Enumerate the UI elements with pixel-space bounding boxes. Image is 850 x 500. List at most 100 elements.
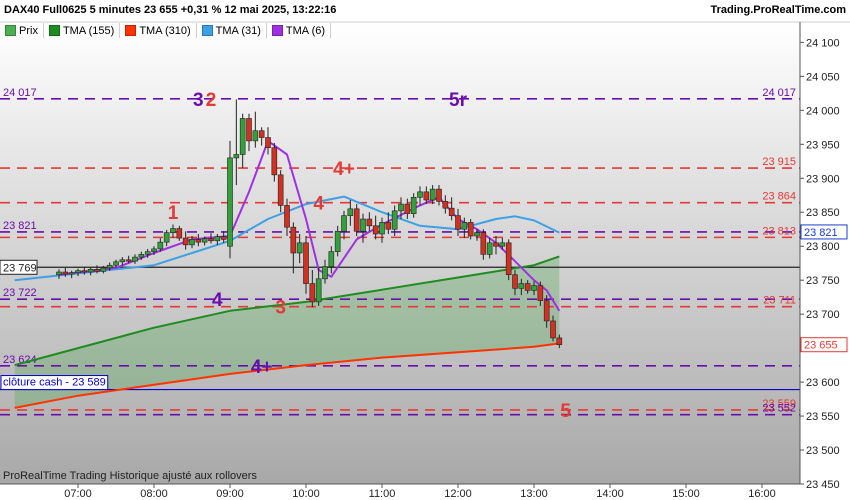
candle-body — [385, 222, 392, 230]
candle-body — [524, 283, 531, 291]
price-tick-label: 23 500 — [806, 445, 840, 457]
candle-body — [138, 254, 145, 258]
candle-body — [474, 232, 480, 237]
candle-body — [398, 203, 404, 212]
candle-body — [170, 228, 176, 233]
candle-body — [201, 238, 208, 243]
indicator-legend: Prix TMA (155) TMA (310) TMA (31) TMA (6… — [0, 22, 332, 39]
legend-label: TMA (155) — [62, 24, 115, 37]
candle-body — [334, 230, 341, 252]
price-box-label: 23 821 — [804, 227, 838, 239]
time-tick-label: 16:00 — [748, 488, 776, 500]
candle-body — [556, 337, 563, 346]
legend-label: TMA (31) — [215, 24, 261, 37]
time-tick-label: 13:00 — [520, 488, 548, 500]
candle-body — [296, 242, 303, 254]
candle-body — [309, 283, 316, 303]
candle-body — [157, 241, 164, 250]
candle-body — [436, 188, 442, 202]
candle-body — [360, 218, 366, 232]
level-label-right: 23 813 — [762, 225, 796, 237]
candle-body — [144, 251, 151, 255]
legend-swatch — [201, 25, 213, 36]
candle-body — [423, 191, 430, 201]
price-tick-label: 24 050 — [806, 71, 840, 83]
level-label-right: 23 711 — [763, 295, 796, 307]
time-tick-label: 08:00 — [140, 488, 168, 500]
time-tick-label: 14:00 — [596, 488, 624, 500]
time-axis-background — [0, 484, 850, 500]
price-tick-label: 23 600 — [806, 377, 840, 389]
level-label-right: 23 864 — [762, 191, 796, 203]
candle-body — [303, 242, 309, 284]
candle-body — [347, 208, 354, 216]
legend-label: TMA (310) — [139, 24, 191, 37]
legend-item[interactable]: TMA (310) — [120, 23, 197, 38]
wave-annotation: 4 — [212, 290, 223, 311]
level-label-left: 24 017 — [3, 87, 37, 99]
candle-body — [68, 272, 75, 275]
candle-body — [518, 283, 525, 289]
legend-swatch — [271, 25, 283, 36]
candle-body — [448, 207, 455, 216]
legend-item[interactable]: TMA (6) — [267, 23, 332, 38]
wave-annotation: 4 — [313, 194, 324, 215]
candle-body — [119, 259, 126, 263]
candle-body — [227, 157, 233, 247]
candle-body — [341, 215, 347, 232]
candle-body — [410, 196, 417, 214]
legend-item[interactable]: Prix — [0, 23, 44, 38]
level-label-left: 23 821 — [3, 220, 37, 232]
candle-body — [391, 210, 398, 230]
candle-body — [163, 232, 170, 243]
candle-body — [290, 226, 297, 254]
candle-body — [195, 239, 202, 243]
candle-body — [480, 232, 487, 255]
time-tick-label: 11:00 — [369, 488, 396, 500]
candle-body — [537, 285, 544, 301]
price-box-label: 23 769 — [3, 262, 37, 274]
price-tick-label: 23 800 — [806, 241, 840, 253]
legend-item[interactable]: TMA (31) — [197, 23, 267, 38]
candle-body — [271, 147, 278, 176]
legend-label: Prix — [19, 24, 38, 37]
wave-annotation: 1 — [168, 203, 179, 224]
candle-body — [176, 228, 183, 239]
level-label-right: 23 915 — [762, 156, 796, 168]
legend-swatch — [125, 25, 137, 36]
candle-body — [531, 285, 537, 291]
price-tick-label: 24 000 — [806, 105, 840, 117]
candle-body — [284, 205, 290, 228]
candle-body — [151, 248, 157, 252]
candle-body — [182, 237, 189, 246]
candle-body — [322, 266, 328, 280]
candle-body — [94, 269, 100, 272]
wave-annotation: 3 — [193, 90, 204, 111]
candle-body — [100, 267, 107, 272]
candle-body — [455, 215, 461, 230]
price-tick-label: 23 750 — [806, 275, 840, 287]
candle-body — [404, 203, 411, 214]
candle-body — [239, 118, 246, 155]
candle-body — [467, 222, 474, 237]
candle-body — [113, 261, 119, 266]
candle-body — [106, 264, 113, 269]
legend-swatch — [48, 25, 60, 36]
price-tick-label: 23 950 — [806, 139, 840, 151]
chart-window: 24 017 24 017 23 915 23 864 23 821 23 813 23 7… — [0, 0, 850, 500]
source-label: Trading.ProRealTime.com — [710, 4, 846, 16]
legend-item[interactable]: TMA (155) — [44, 23, 121, 38]
candle-body — [56, 271, 62, 276]
time-tick-label: 15:00 — [672, 488, 700, 500]
wave-annotation: 5r — [449, 90, 468, 111]
price-tick-label: 23 850 — [806, 207, 840, 219]
candle-body — [417, 191, 423, 198]
candle-body — [246, 118, 252, 142]
level-label-right: 23 552 — [762, 403, 796, 415]
candle-body — [132, 256, 138, 262]
candle-body — [499, 242, 506, 247]
candle-body — [277, 174, 284, 206]
legend-label: TMA (6) — [285, 24, 326, 37]
price-chart[interactable]: 24 017 24 017 23 915 23 864 23 821 23 813 23 7… — [0, 0, 850, 500]
candle-body — [220, 236, 227, 240]
